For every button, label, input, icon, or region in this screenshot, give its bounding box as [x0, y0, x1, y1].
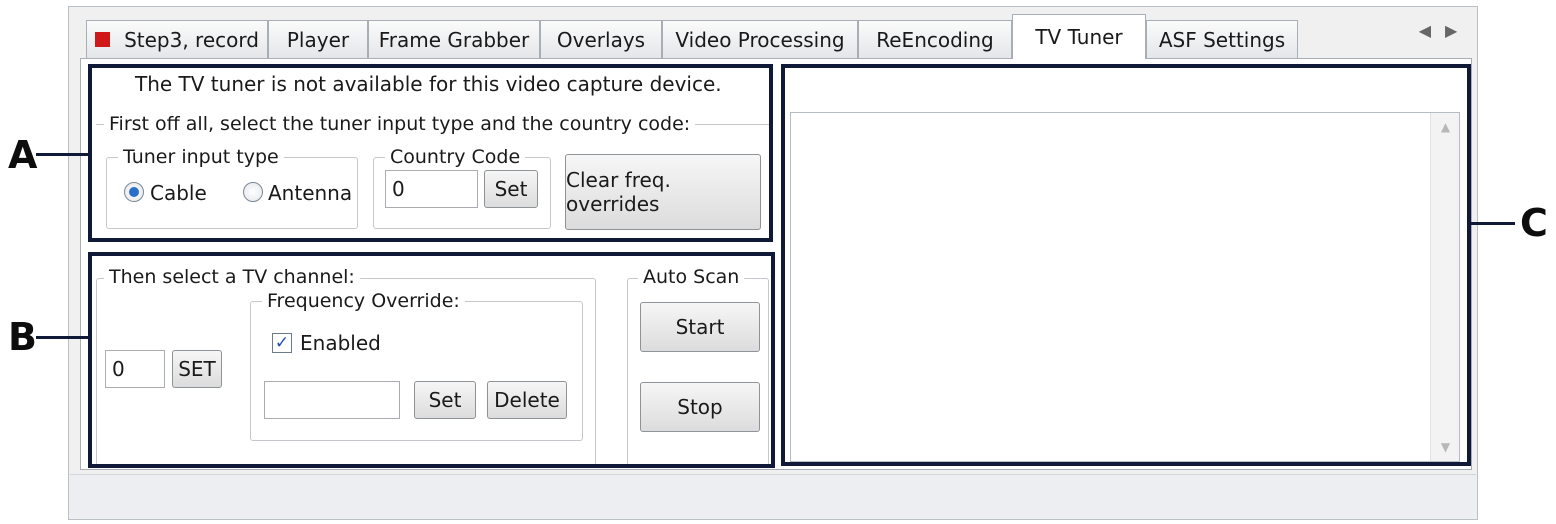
tuner-unavailable-notice: The TV tuner is not available for this v…	[135, 72, 722, 96]
frequency-set-button[interactable]: Set	[414, 381, 476, 419]
cable-label: Cable	[150, 181, 207, 205]
frequency-input[interactable]	[264, 381, 400, 419]
cable-radio[interactable]	[124, 182, 144, 202]
enabled-label: Enabled	[300, 331, 381, 355]
auto-scan-stop-button[interactable]: Stop	[640, 382, 760, 432]
tab-asf-settings[interactable]: ASF Settings	[1146, 20, 1298, 58]
antenna-radio[interactable]	[243, 182, 263, 202]
auto-scan-start-button[interactable]: Start	[640, 302, 760, 352]
record-icon	[95, 32, 111, 47]
callout-b: B	[8, 315, 37, 359]
tab-step3-record[interactable]: Step3, record	[86, 20, 268, 58]
tab-label: Step3, record	[124, 27, 259, 52]
callout-a: A	[8, 133, 38, 177]
country-code-legend: Country Code	[385, 146, 526, 168]
chevron-left-icon[interactable]: ◀	[1419, 21, 1431, 40]
callout-line-a	[36, 153, 88, 156]
tab-label: TV Tuner	[1035, 25, 1123, 49]
clear-freq-overrides-button[interactable]: Clear freq. overrides	[565, 154, 761, 230]
tab-label: Player	[286, 27, 350, 52]
tab-player[interactable]: Player	[268, 20, 368, 58]
checkmark-icon: ✓	[274, 333, 290, 353]
callout-c: C	[1520, 201, 1548, 245]
tab-frame-grabber[interactable]: Frame Grabber	[368, 20, 540, 58]
tab-overlays[interactable]: Overlays	[540, 20, 662, 58]
status-strip	[70, 474, 1476, 518]
callout-line-b	[36, 336, 88, 339]
frequency-override-legend: Frequency Override:	[262, 290, 465, 312]
scroll-up-icon[interactable]: ▲	[1431, 117, 1460, 137]
scroll-down-icon[interactable]: ▼	[1431, 437, 1460, 457]
tab-video-processing[interactable]: Video Processing	[662, 20, 858, 58]
tab-tv-tuner[interactable]: TV Tuner	[1012, 14, 1146, 59]
tab-label: Video Processing	[675, 27, 845, 52]
frequency-override-group	[250, 301, 583, 441]
set-channel-button[interactable]: SET	[172, 350, 222, 388]
frequency-delete-button[interactable]: Delete	[487, 381, 567, 419]
tab-scroll-arrows[interactable]: ◀ ▶	[1418, 18, 1458, 42]
tab-label: Frame Grabber	[378, 27, 530, 52]
tv-channel-legend: Then select a TV channel:	[104, 266, 360, 288]
country-code-set-button[interactable]: Set	[484, 170, 538, 208]
tuner-input-type-legend: Tuner input type	[118, 146, 284, 168]
auto-scan-legend: Auto Scan	[638, 266, 745, 288]
tab-label: ASF Settings	[1158, 27, 1286, 52]
log-scrollbar[interactable]: ▲ ▼	[1430, 113, 1459, 461]
country-code-input[interactable]: 0	[385, 170, 478, 208]
tab-label: Overlays	[556, 27, 646, 52]
tab-label: ReEncoding	[876, 27, 994, 52]
tuner-setup-instruction: First off all, select the tuner input ty…	[104, 113, 696, 135]
channel-input[interactable]: 0	[105, 350, 165, 388]
chevron-right-icon[interactable]: ▶	[1445, 21, 1457, 40]
callout-line-c	[1471, 222, 1515, 225]
tuner-log-textarea[interactable]	[790, 112, 1460, 462]
tab-reencoding[interactable]: ReEncoding	[858, 20, 1012, 58]
enabled-checkbox[interactable]: ✓	[272, 333, 292, 353]
antenna-label: Antenna	[268, 181, 353, 205]
